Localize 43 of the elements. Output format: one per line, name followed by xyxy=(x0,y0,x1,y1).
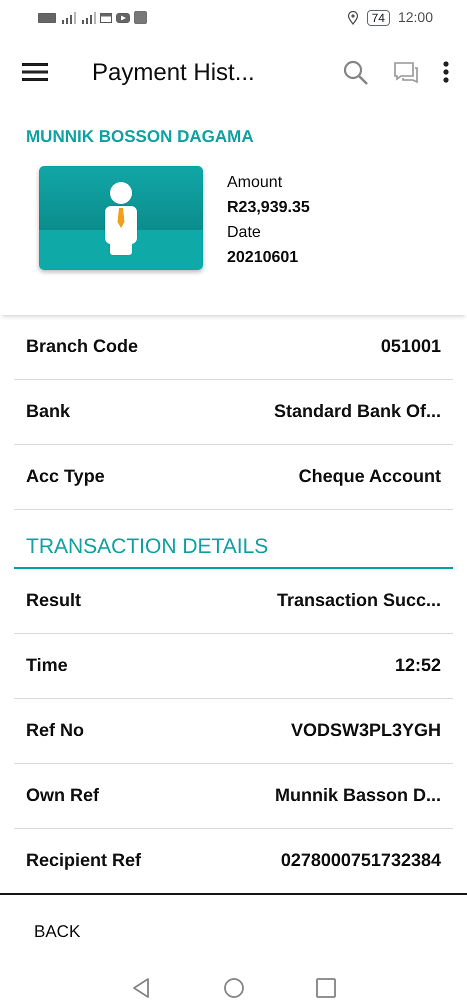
overflow-menu-button[interactable] xyxy=(443,60,449,84)
date-value: 20210601 xyxy=(227,248,300,268)
window-icon xyxy=(100,12,112,22)
play-icon xyxy=(116,12,130,22)
home-button[interactable] xyxy=(222,976,244,1000)
field-label: Bank xyxy=(26,400,70,423)
field-label: Acc Type xyxy=(26,465,105,488)
field-value: Cheque Account xyxy=(298,465,441,488)
field-value: Standard Bank Of... xyxy=(274,400,441,423)
home-icon xyxy=(222,976,244,999)
amount-value: R23,939.35 xyxy=(227,198,310,218)
date-label: Date xyxy=(227,222,262,242)
field-value: 051001 xyxy=(380,335,441,358)
field-label: Time xyxy=(26,654,68,677)
recipient-name: MUNNIK BOSSON DAGAMA xyxy=(25,126,255,148)
clock-time: 12:00 xyxy=(398,8,433,27)
signal-icon xyxy=(60,12,76,24)
battery-level: 74 xyxy=(366,10,390,26)
search-icon xyxy=(343,60,369,86)
field-value: 0278000751732384 xyxy=(280,849,441,872)
recents-icon xyxy=(314,976,336,999)
chat-button[interactable] xyxy=(393,60,419,86)
field-label: Own Ref xyxy=(26,784,100,807)
person-icon xyxy=(105,182,137,254)
signal-icon xyxy=(80,12,96,24)
field-label: Ref No xyxy=(26,719,84,742)
search-button[interactable] xyxy=(343,60,369,86)
chat-icon xyxy=(393,60,419,86)
section-heading: TRANSACTION DETAILS xyxy=(26,534,268,560)
field-label: Recipient Ref xyxy=(26,849,142,872)
field-label: Result xyxy=(26,589,82,612)
field-value: 12:52 xyxy=(394,654,441,677)
field-value: Munnik Basson D... xyxy=(274,784,441,807)
amount-label: Amount xyxy=(227,172,284,192)
field-value: Transaction Succ... xyxy=(276,589,441,612)
recents-button[interactable] xyxy=(314,976,336,1000)
back-button[interactable]: BACK xyxy=(34,912,80,950)
menu-icon xyxy=(22,62,48,82)
field-label: Branch Code xyxy=(26,335,138,358)
more-icon xyxy=(443,61,449,84)
field-value: VODSW3PL3YGH xyxy=(290,719,441,742)
screen-title: Payment Hist... xyxy=(92,58,256,88)
location-icon xyxy=(346,10,359,24)
